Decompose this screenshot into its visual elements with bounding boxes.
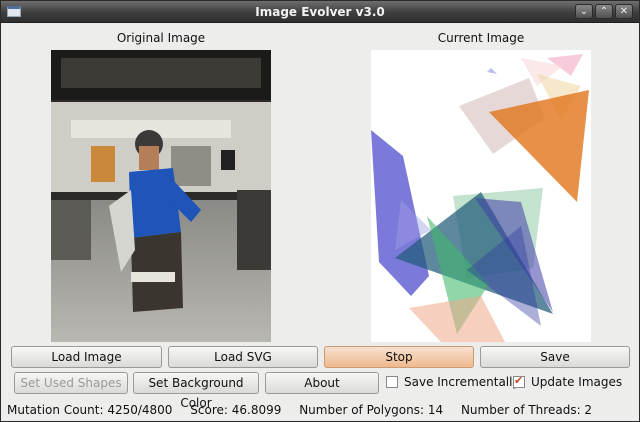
score: Score: 46.8099 [190, 403, 282, 417]
original-image-label: Original Image [116, 31, 206, 45]
mutation-count: Mutation Count: 4250/4800 [7, 403, 173, 417]
title-bar[interactable]: Image Evolver v3.0 ⌄ ⌃ ✕ [1, 1, 639, 23]
app-window: Image Evolver v3.0 ⌄ ⌃ ✕ Original Image … [0, 0, 640, 422]
minimize-button[interactable]: ⌄ [575, 4, 593, 19]
save-incrementally-label: Save Incrementally [404, 375, 520, 389]
thread-count: Number of Threads: 2 [460, 403, 593, 417]
about-button[interactable]: About [265, 372, 379, 394]
load-svg-button[interactable]: Load SVG [168, 346, 318, 368]
maximize-button[interactable]: ⌃ [595, 4, 613, 19]
original-photo [51, 50, 271, 342]
save-incrementally-checkbox[interactable] [386, 376, 398, 388]
save-button[interactable]: Save [480, 346, 630, 368]
polygon-count: Number of Polygons: 14 [299, 403, 444, 417]
window-title: Image Evolver v3.0 [255, 5, 385, 19]
original-image [51, 50, 271, 342]
current-image-label: Current Image [437, 31, 525, 45]
evolved-polygons [371, 54, 589, 342]
close-button[interactable]: ✕ [615, 4, 633, 19]
stop-button[interactable]: Stop [324, 346, 474, 368]
save-incrementally-option[interactable]: Save Incrementally [386, 375, 520, 389]
update-images-option[interactable]: Update Images [513, 374, 623, 389]
set-used-shapes-button[interactable]: Set Used Shapes [14, 372, 128, 394]
status-bar: Mutation Count: 4250/4800 Score: 46.8099… [1, 399, 639, 421]
current-image [371, 50, 591, 342]
set-background-color-button[interactable]: Set Background Color [133, 372, 259, 410]
load-image-button[interactable]: Load Image [11, 346, 162, 368]
update-images-checkbox[interactable] [513, 374, 525, 388]
update-images-label: Update Images [531, 375, 623, 389]
